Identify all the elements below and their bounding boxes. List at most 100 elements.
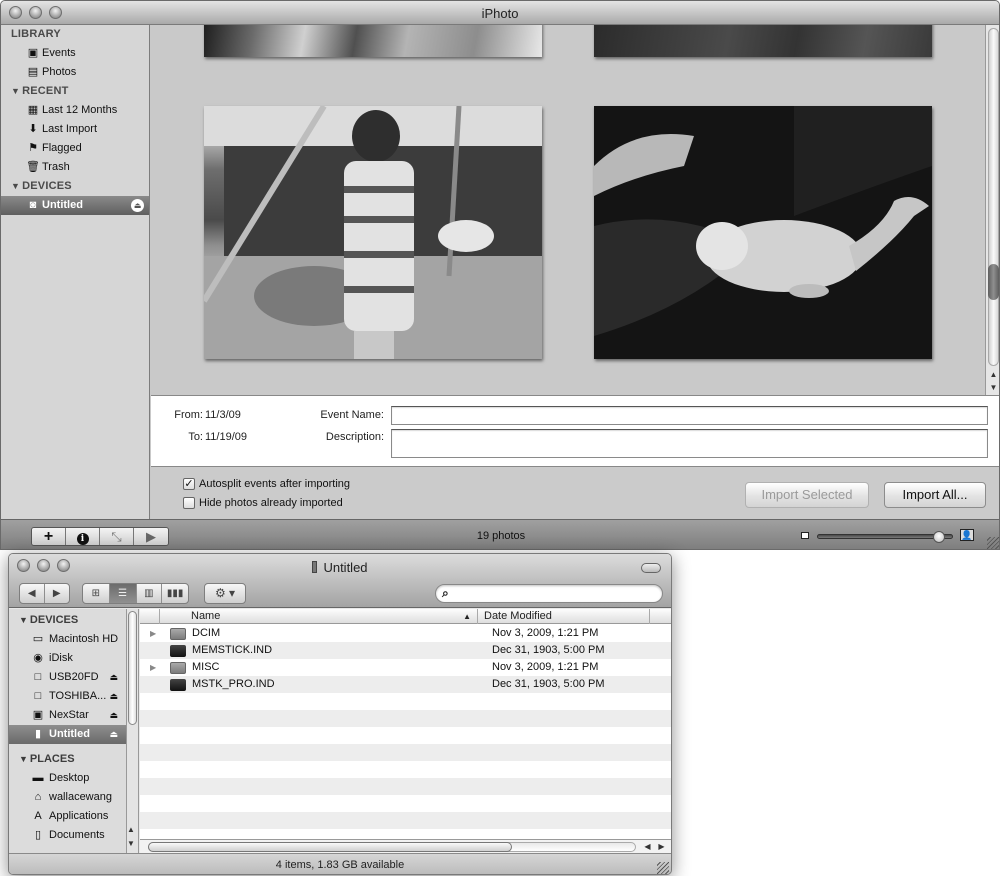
list-view-button[interactable]: ☰ [109, 584, 137, 603]
column-header-name[interactable]: Name ▲ [185, 609, 478, 624]
sidebar-item-macintosh-hd[interactable]: ▭ Macintosh HD [9, 630, 126, 649]
hide-imported-checkbox[interactable] [183, 497, 195, 509]
photo-thumbnail[interactable] [204, 25, 542, 57]
eject-icon[interactable]: ⏏ [109, 725, 118, 744]
sidebar-item-desktop[interactable]: ▬ Desktop [9, 769, 126, 788]
sidebar-item-untitled[interactable]: ▮ Untitled ⏏ [9, 725, 126, 744]
section-devices[interactable]: ▼ DEVICES [9, 611, 126, 630]
photo-browser-scrollbar[interactable]: ▲ ▼ [985, 25, 999, 395]
drive-icon: □ [34, 690, 42, 702]
sidebar-item-toshiba[interactable]: □ TOSHIBA... ⏏ [9, 687, 126, 706]
iphoto-titlebar[interactable]: iPhoto [1, 1, 999, 25]
section-places[interactable]: ▼ PLACES [9, 750, 126, 769]
finder-toolbar[interactable]: Untitled ◀ ▶ ⊞ ☰ ▥ ▮▮▮ ⚙ ▾ ⌕ [9, 554, 671, 608]
file-row[interactable]: MSTK_PRO.IND Dec 31, 1903, 5:00 PM [140, 676, 671, 693]
sidebar-item-wallacewang[interactable]: ⌂ wallacewang [9, 788, 126, 807]
photo-cat-image [594, 106, 932, 359]
file-row[interactable]: MEMSTICK.IND Dec 31, 1903, 5:00 PM [140, 642, 671, 659]
import-all-button[interactable]: Import All... [884, 482, 986, 508]
disclosure-triangle-icon[interactable]: ▼ [11, 181, 20, 191]
scroll-right-arrow-icon[interactable]: ▶ [654, 840, 669, 853]
sidebar-item-label: Applications [49, 810, 109, 822]
slider-knob[interactable] [933, 531, 945, 543]
column-view-button[interactable]: ▥ [137, 584, 163, 603]
sidebar-item-applications[interactable]: A Applications [9, 807, 126, 826]
sidebar-item-untitled-device[interactable]: ◙ Untitled ⏏ [1, 196, 149, 215]
disclosure-triangle-icon[interactable]: ▶ [150, 625, 156, 642]
forward-button[interactable]: ▶ [45, 584, 69, 603]
empty-row [140, 744, 671, 761]
eject-icon[interactable]: ⏏ [109, 706, 118, 725]
description-field[interactable] [391, 429, 988, 458]
from-label: From: [174, 409, 203, 421]
bottom-toolbar: + i ⤡ ▶ 19 photos 👤 [1, 519, 999, 549]
hide-imported-label[interactable]: Hide photos already imported [199, 497, 343, 509]
file-row[interactable]: ▶ MISC Nov 3, 2009, 1:21 PM [140, 659, 671, 676]
sidebar-scrollbar[interactable]: ▲ ▼ [127, 609, 139, 853]
file-date-modified: Dec 31, 1903, 5:00 PM [492, 644, 605, 656]
section-devices[interactable]: ▼ DEVICES [1, 177, 149, 196]
column-header-date-modified[interactable]: Date Modified [478, 609, 650, 624]
sidebar-item-last-12-months[interactable]: ▦ Last 12 Months [1, 101, 149, 120]
search-field[interactable]: ⌕ [435, 584, 663, 603]
sidebar-item-label: Photos [42, 66, 77, 78]
action-menu-button[interactable]: ⚙ ▾ [204, 583, 246, 604]
scroll-up-arrow-icon[interactable]: ▲ [986, 368, 999, 381]
resize-grip-icon[interactable] [657, 862, 669, 874]
to-label: To: [188, 431, 203, 443]
photo-thumbnail[interactable] [594, 25, 932, 57]
scroll-down-arrow-icon[interactable]: ▼ [125, 837, 137, 850]
sidebar-item-flagged[interactable]: ⚑ Flagged [1, 139, 149, 158]
disclosure-triangle-icon[interactable]: ▼ [19, 754, 28, 764]
sidebar-item-label: Macintosh HD [49, 633, 119, 645]
photos-icon: ▤ [27, 66, 39, 78]
disclosure-triangle-icon[interactable]: ▼ [19, 615, 28, 625]
icon-view-button[interactable]: ⊞ [83, 584, 110, 603]
sidebar-item-events[interactable]: ▣ Events [1, 44, 149, 63]
thumbnail-size-slider[interactable] [817, 531, 953, 543]
flag-icon: ⚑ [28, 142, 38, 154]
sidebar-item-last-import[interactable]: ⬇ Last Import [1, 120, 149, 139]
photo-thumbnail-boy[interactable] [204, 106, 542, 359]
trash-icon: 🗑 [26, 161, 40, 173]
section-recent[interactable]: ▼ RECENT [1, 82, 149, 101]
disclosure-triangle-icon[interactable]: ▼ [11, 86, 20, 96]
sidebar-item-label: TOSHIBA... [49, 690, 107, 702]
autosplit-checkbox[interactable]: ✓ [183, 478, 195, 490]
scroll-up-arrow-icon[interactable]: ▲ [125, 823, 137, 836]
file-name: MEMSTICK.IND [192, 644, 273, 656]
eject-icon[interactable]: ⏏ [109, 668, 118, 687]
eject-icon[interactable]: ⏏ [131, 199, 144, 212]
eject-icon[interactable]: ⏏ [109, 687, 118, 706]
photo-thumbnail-cat[interactable] [594, 106, 932, 359]
scrollbar-thumb[interactable] [148, 842, 512, 852]
file-list-hscrollbar[interactable]: ◀ ▶ [140, 839, 671, 853]
back-button[interactable]: ◀ [20, 584, 45, 603]
event-name-field[interactable] [391, 406, 988, 425]
scroll-left-arrow-icon[interactable]: ◀ [640, 840, 655, 853]
sidebar-item-nexstar[interactable]: ▣ NexStar ⏏ [9, 706, 126, 725]
import-selected-button[interactable]: Import Selected [745, 482, 869, 508]
scrollbar-thumb[interactable] [128, 611, 137, 725]
sidebar-item-photos[interactable]: ▤ Photos [1, 63, 149, 82]
scrollbar-thumb[interactable] [988, 264, 999, 300]
resize-grip-icon[interactable] [987, 537, 999, 549]
drive-icon: □ [34, 671, 42, 683]
empty-row [140, 761, 671, 778]
description-label: Description: [325, 431, 384, 443]
sidebar-item-usb20fd[interactable]: □ USB20FD ⏏ [9, 668, 126, 687]
scroll-down-arrow-icon[interactable]: ▼ [986, 381, 999, 394]
sidebar-item-idisk[interactable]: ◉ iDisk [9, 649, 126, 668]
toolbar-toggle-button[interactable] [641, 563, 661, 573]
small-thumbnail-icon[interactable] [801, 532, 809, 539]
disclosure-triangle-icon[interactable]: ▶ [150, 659, 156, 676]
empty-row [140, 710, 671, 727]
file-row[interactable]: ▶ DCIM Nov 3, 2009, 1:21 PM [140, 625, 671, 642]
coverflow-view-button[interactable]: ▮▮▮ [162, 584, 188, 603]
scrollbar-track[interactable] [988, 28, 999, 366]
autosplit-label[interactable]: Autosplit events after importing [199, 478, 350, 490]
sidebar-item-documents[interactable]: ▯ Documents [9, 826, 126, 845]
sidebar-item-trash[interactable]: 🗑 Trash [1, 158, 149, 177]
gear-icon: ⚙ ▾ [214, 586, 236, 600]
large-thumbnail-icon[interactable]: 👤 [960, 529, 974, 541]
